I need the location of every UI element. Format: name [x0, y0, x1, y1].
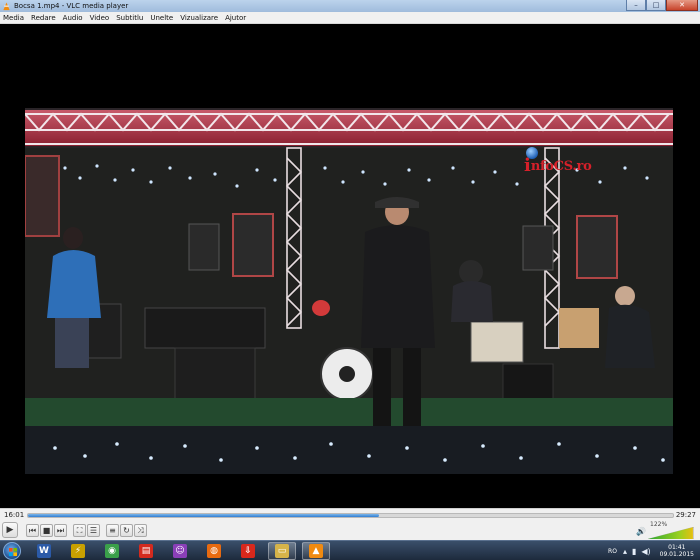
taskbar-app-chrome-icon[interactable]: ◉	[98, 542, 126, 560]
taskbar-clock[interactable]: 01:41 09.01.2015	[660, 544, 694, 558]
vlc-cone-icon	[3, 1, 10, 10]
extended-settings-button[interactable]: ☰	[87, 523, 100, 537]
menu-video[interactable]: Video	[90, 12, 110, 24]
taskbar-app-firefox-icon[interactable]: ◍	[200, 542, 228, 560]
speaker-icon[interactable]: 🔊	[636, 527, 646, 536]
seek-progress	[28, 514, 379, 517]
firefox-icon: ◍	[207, 544, 221, 558]
globe-icon	[526, 147, 538, 159]
next-button[interactable]: ⏭	[54, 523, 67, 537]
taskbar-app-pdf-reader-icon[interactable]: ▤	[132, 542, 160, 560]
stop-button[interactable]: ■	[40, 523, 53, 537]
pdf-reader-icon: ▤	[139, 544, 153, 558]
menu-redare[interactable]: Redare	[31, 12, 56, 24]
taskbar-app-messenger-icon[interactable]: ☺	[166, 542, 194, 560]
shuffle-button[interactable]: ⤨	[134, 523, 147, 537]
menu-subtitlu[interactable]: Subtitlu	[116, 12, 143, 24]
download-manager-icon: ⇩	[241, 544, 255, 558]
windows-logo-icon	[9, 548, 17, 556]
system-tray: RO ▴ ▮ ◀) 01:41 09.01.2015	[608, 543, 694, 559]
taskbar-app-vlc-icon[interactable]: ▲	[302, 542, 330, 560]
taskbar-app-explorer-icon[interactable]: ▭	[268, 542, 296, 560]
clock-time: 01:41	[668, 544, 686, 551]
menu-unelte[interactable]: Unelte	[150, 12, 173, 24]
elapsed-time: 16:01	[4, 511, 25, 519]
menu-vizualizare[interactable]: Vizualizare	[180, 12, 218, 24]
taskbar-app-download-manager-icon[interactable]: ⇩	[234, 542, 262, 560]
messenger-icon: ☺	[173, 544, 187, 558]
loop-button[interactable]: ↻	[120, 523, 133, 537]
maximize-button[interactable]: □	[646, 0, 666, 11]
fullscreen-button[interactable]: ⛶	[73, 523, 86, 537]
menu-audio[interactable]: Audio	[63, 12, 83, 24]
video-area[interactable]: i nfoCS.ro	[0, 24, 700, 508]
menu-media[interactable]: Media	[3, 12, 24, 24]
menu-ajutor[interactable]: Ajutor	[225, 12, 246, 24]
explorer-icon: ▭	[275, 544, 289, 558]
infocs-watermark-logo: i nfoCS.ro	[524, 147, 592, 175]
playlist-button[interactable]: ≡	[106, 523, 119, 537]
window-title: Bocsa 1.mp4 - VLC media player	[14, 2, 129, 10]
windows-taskbar: W ⚡ ◉ ▤ ☺ ◍ ⇩ ▭ ▲ RO ▴ ▮ ◀) 01:41 09.01.2015	[0, 540, 700, 560]
volume-control[interactable]: 🔊 122%	[636, 521, 696, 539]
title-bar[interactable]: Bocsa 1.mp4 - VLC media player – □ ✕	[0, 0, 700, 12]
video-frame[interactable]: i nfoCS.ro	[25, 108, 673, 474]
total-time: 29:27	[675, 511, 696, 519]
vlc-window: Bocsa 1.mp4 - VLC media player – □ ✕ Med…	[0, 0, 700, 560]
taskbar-app-winamp-icon[interactable]: ⚡	[64, 542, 92, 560]
taskbar-app-word-icon[interactable]: W	[30, 542, 58, 560]
winamp-icon: ⚡	[71, 544, 85, 558]
tray-arrow-icon[interactable]: ▴	[623, 547, 627, 556]
close-button[interactable]: ✕	[666, 0, 698, 11]
volume-slider[interactable]	[648, 527, 694, 539]
previous-button[interactable]: ⏮	[26, 523, 39, 537]
volume-tray-icon[interactable]: ◀)	[641, 547, 650, 556]
minimize-button[interactable]: –	[626, 0, 646, 11]
play-button[interactable]: ▶	[2, 522, 18, 538]
network-icon[interactable]: ▮	[632, 547, 636, 556]
vlc-icon: ▲	[309, 544, 323, 558]
word-icon: W	[37, 544, 51, 558]
seek-bar[interactable]	[27, 513, 674, 518]
playback-controls: 16:01 29:27 ▶ ⏮ ■ ⏭ ⛶ ☰ ≡ ↻ ⤨ 🔊 122%	[0, 508, 700, 540]
menu-bar: Media Redare Audio Video Subtitlu Unelte…	[0, 12, 700, 24]
chrome-icon: ◉	[105, 544, 119, 558]
clock-date: 09.01.2015	[659, 551, 694, 558]
start-button[interactable]	[3, 542, 21, 560]
language-indicator[interactable]: RO	[608, 548, 617, 555]
